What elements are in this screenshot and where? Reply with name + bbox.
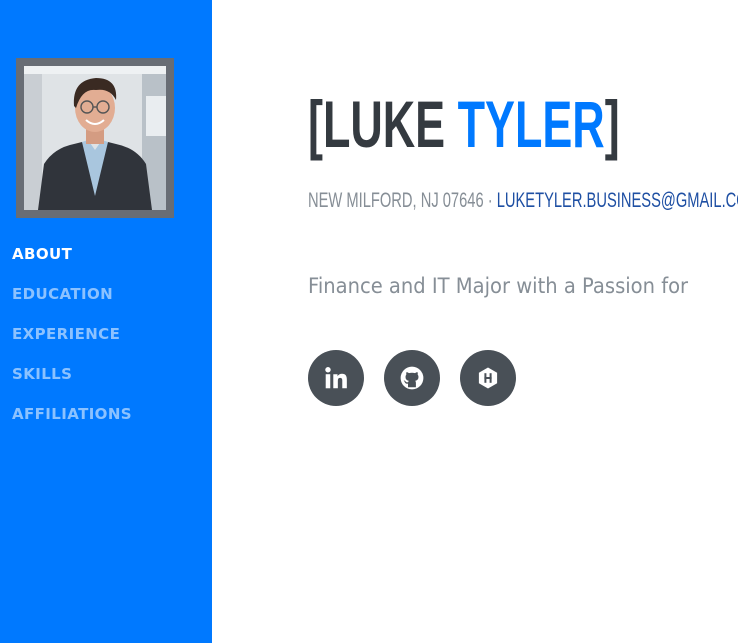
first-name: LUKE xyxy=(322,87,446,161)
page-title: [LUKE TYLER] xyxy=(308,74,620,174)
nav-item-affiliations[interactable]: AFFILIATIONS xyxy=(12,404,132,444)
nav-item-about[interactable]: ABOUT xyxy=(12,244,132,284)
linkedin-icon xyxy=(323,365,349,391)
lead-text: Finance and IT Major with a Passion for xyxy=(308,274,689,298)
sidebar: ABOUT EDUCATION EXPERIENCE SKILLS AFFILI… xyxy=(0,0,212,643)
sidebar-nav: ABOUT EDUCATION EXPERIENCE SKILLS AFFILI… xyxy=(12,244,132,444)
nav-item-skills[interactable]: SKILLS xyxy=(12,364,132,404)
linkedin-button[interactable] xyxy=(308,350,364,406)
bracket-open: [ xyxy=(308,87,323,161)
email-link[interactable]: LUKETYLER.BUSINESS@GMAIL.COM xyxy=(497,189,738,212)
profile-photo xyxy=(16,58,174,218)
hackerrank-icon xyxy=(476,366,500,390)
last-name: TYLER xyxy=(457,87,605,161)
location-text: NEW MILFORD, NJ 07646 · xyxy=(308,189,497,212)
github-button[interactable] xyxy=(384,350,440,406)
contact-subheading: NEW MILFORD, NJ 07646 · LUKETYLER.BUSINE… xyxy=(308,187,738,215)
bracket-close: ] xyxy=(604,87,620,161)
nav-item-experience[interactable]: EXPERIENCE xyxy=(12,324,132,364)
nav-item-education[interactable]: EDUCATION xyxy=(12,284,132,324)
github-icon xyxy=(399,365,425,391)
about-section: [LUKE TYLER] NEW MILFORD, NJ 07646 · LUK… xyxy=(212,0,738,643)
hackerrank-button[interactable] xyxy=(460,350,516,406)
social-icons xyxy=(308,350,516,406)
